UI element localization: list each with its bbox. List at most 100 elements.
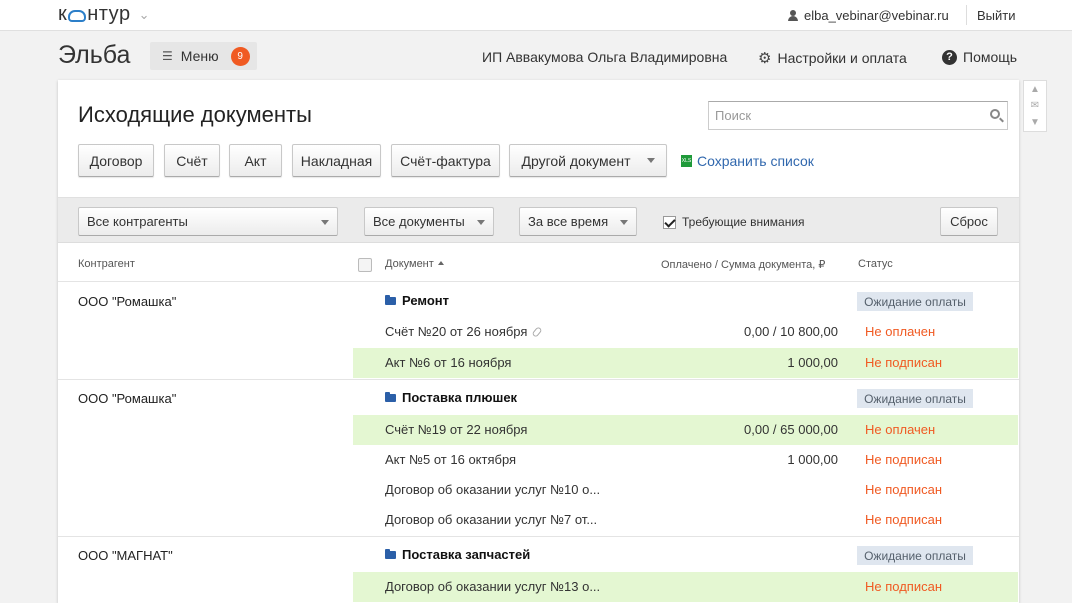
- logo-text-end: нтур: [87, 3, 131, 25]
- dropdown-arrow-icon: [646, 158, 655, 163]
- folder-icon: [385, 294, 396, 305]
- documents-card: Исходящие документы Договор Счёт Акт Нак…: [58, 80, 1019, 603]
- hamburger-icon: ☰: [162, 49, 173, 63]
- attention-label: Требующие внимания: [682, 215, 805, 229]
- attention-filter[interactable]: Требующие внимания: [663, 215, 805, 229]
- save-list-link[interactable]: XLS Сохранить список: [681, 153, 814, 169]
- document-link[interactable]: Договор об оказании услуг №13 о...: [385, 579, 600, 594]
- table-row[interactable]: Договор об оказании услуг №7 от... Не по…: [353, 505, 1018, 535]
- contractor-name[interactable]: ООО "МАГНАТ": [78, 548, 173, 563]
- document-link[interactable]: Счёт №20 от 26 ноября: [385, 324, 543, 339]
- organization-name[interactable]: ИП Аввакумова Ольга Владимировна: [482, 49, 727, 65]
- other-document-dropdown[interactable]: Другой документ: [509, 144, 667, 177]
- thumbs-down-icon[interactable]: ▼: [1030, 117, 1040, 128]
- sort-ascending-icon: [437, 261, 444, 265]
- paid-amount: 0,00 / 65 000,00: [744, 422, 838, 437]
- document-type-filter[interactable]: Все документы: [364, 207, 494, 236]
- document-status: Не подписан: [865, 482, 943, 497]
- status-badge: Ожидание оплаты: [857, 546, 973, 565]
- create-invoice-button[interactable]: Счёт: [164, 144, 220, 177]
- notification-badge: 9: [230, 46, 250, 66]
- chevron-down-icon: [477, 220, 485, 225]
- period-filter-value: За все время: [528, 214, 609, 229]
- document-status: Не подписан: [865, 452, 943, 467]
- document-status: Не подписан: [865, 579, 943, 594]
- deal-title-label: Поставка плюшек: [402, 390, 518, 405]
- table-row[interactable]: Договор об оказании услуг №13 о... Не по…: [353, 572, 1018, 602]
- thumbs-up-icon[interactable]: ▲: [1030, 84, 1040, 95]
- table-row[interactable]: Акт №5 от 16 октября 1 000,00 Не подписа…: [353, 445, 1018, 475]
- contractor-name[interactable]: ООО "Ромашка": [78, 391, 176, 406]
- user-email[interactable]: elba_vebinar@vebinar.ru: [804, 8, 949, 23]
- user-icon: [788, 10, 798, 21]
- kontur-logo[interactable]: к нтур ⌄: [58, 3, 150, 26]
- menu-button[interactable]: ☰ Меню 9: [150, 42, 257, 70]
- document-link[interactable]: Договор об оказании услуг №7 от...: [385, 512, 597, 527]
- document-type-filter-value: Все документы: [373, 214, 465, 229]
- table-row[interactable]: Акт №6 от 16 ноября 1 000,00 Не подписан: [353, 348, 1018, 378]
- document-link[interactable]: Счёт №19 от 22 ноября: [385, 422, 527, 437]
- help-label: Помощь: [963, 49, 1018, 65]
- paid-amount: 1 000,00: [787, 452, 838, 467]
- filter-bar: Все контрагенты Все документы За все вре…: [58, 197, 1019, 243]
- document-status: Не подписан: [865, 512, 943, 527]
- document-header-label: Документ: [385, 258, 434, 270]
- other-document-label: Другой документ: [521, 152, 631, 169]
- table-row[interactable]: Договор об оказании услуг №10 о... Не по…: [353, 475, 1018, 505]
- logout-link[interactable]: Выйти: [977, 8, 1016, 23]
- page-title: Исходящие документы: [78, 102, 312, 127]
- contractor-filter[interactable]: Все контрагенты: [78, 207, 338, 236]
- deal-title[interactable]: Ремонт: [385, 293, 449, 308]
- contractor-filter-value: Все контрагенты: [87, 214, 188, 229]
- gear-icon: ⚙: [758, 50, 772, 67]
- column-header-contractor: Контрагент: [78, 258, 135, 270]
- period-filter[interactable]: За все время: [519, 207, 637, 236]
- document-link[interactable]: Акт №6 от 16 ноября: [385, 355, 511, 370]
- column-header-document[interactable]: Документ: [385, 258, 444, 270]
- create-act-button[interactable]: Акт: [229, 144, 282, 177]
- header-divider: [58, 281, 1019, 282]
- deal-title[interactable]: Поставка запчастей: [385, 547, 530, 562]
- attention-checkbox[interactable]: [663, 215, 676, 229]
- create-factura-button[interactable]: Счёт-фактура: [391, 144, 500, 177]
- group-divider: [58, 379, 1019, 380]
- document-link[interactable]: Договор об оказании услуг №10 о...: [385, 482, 600, 497]
- table-row[interactable]: Счёт №19 от 22 ноября 0,00 / 65 000,00 Н…: [353, 415, 1018, 445]
- app-title[interactable]: Эльба: [58, 41, 130, 70]
- document-status: Не оплачен: [865, 324, 936, 339]
- reset-button[interactable]: Сброс: [940, 207, 998, 236]
- deal-title-label: Поставка запчастей: [402, 547, 531, 562]
- top-bar: к нтур ⌄ elba_vebinar@vebinar.ru Выйти: [0, 0, 1072, 31]
- folder-icon: [385, 548, 396, 559]
- group-divider: [58, 536, 1019, 537]
- chevron-down-icon: [620, 220, 628, 225]
- menu-label: Меню: [180, 48, 219, 64]
- folder-icon: [385, 391, 396, 402]
- document-link[interactable]: Акт №5 от 16 октября: [385, 452, 516, 467]
- settings-label: Настройки и оплата: [777, 50, 907, 66]
- status-badge: Ожидание оплаты: [857, 389, 973, 408]
- create-waybill-button[interactable]: Накладная: [292, 144, 381, 177]
- user-account[interactable]: elba_vebinar@vebinar.ru: [788, 8, 949, 23]
- deal-title[interactable]: Поставка плюшек: [385, 390, 517, 405]
- create-contract-button[interactable]: Договор: [78, 144, 154, 177]
- search-icon[interactable]: [990, 109, 1000, 119]
- chevron-down-icon: [321, 220, 329, 225]
- table-row[interactable]: Счёт №20 от 26 ноября 0,00 / 10 800,00 Н…: [353, 317, 1018, 347]
- contractor-name[interactable]: ООО "Ромашка": [78, 294, 176, 309]
- column-header-paid: Оплачено / Сумма документа, ₽: [661, 259, 826, 271]
- cloud-icon: [68, 9, 87, 22]
- search-input[interactable]: [708, 101, 1008, 130]
- help-icon: ?: [942, 49, 957, 65]
- document-status: Не подписан: [865, 355, 943, 370]
- settings-link[interactable]: ⚙ Настройки и оплата: [758, 49, 907, 67]
- mail-icon[interactable]: ✉: [1031, 100, 1039, 111]
- status-badge: Ожидание оплаты: [857, 292, 973, 311]
- save-list-label: Сохранить список: [697, 153, 814, 169]
- select-all-checkbox[interactable]: [358, 258, 372, 272]
- chevron-down-icon[interactable]: ⌄: [139, 7, 150, 23]
- paid-amount: 1 000,00: [787, 355, 838, 370]
- help-link[interactable]: ? Помощь: [942, 49, 1017, 65]
- document-name: Счёт №20 от 26 ноября: [385, 324, 528, 339]
- logo-text-start: к: [58, 3, 68, 25]
